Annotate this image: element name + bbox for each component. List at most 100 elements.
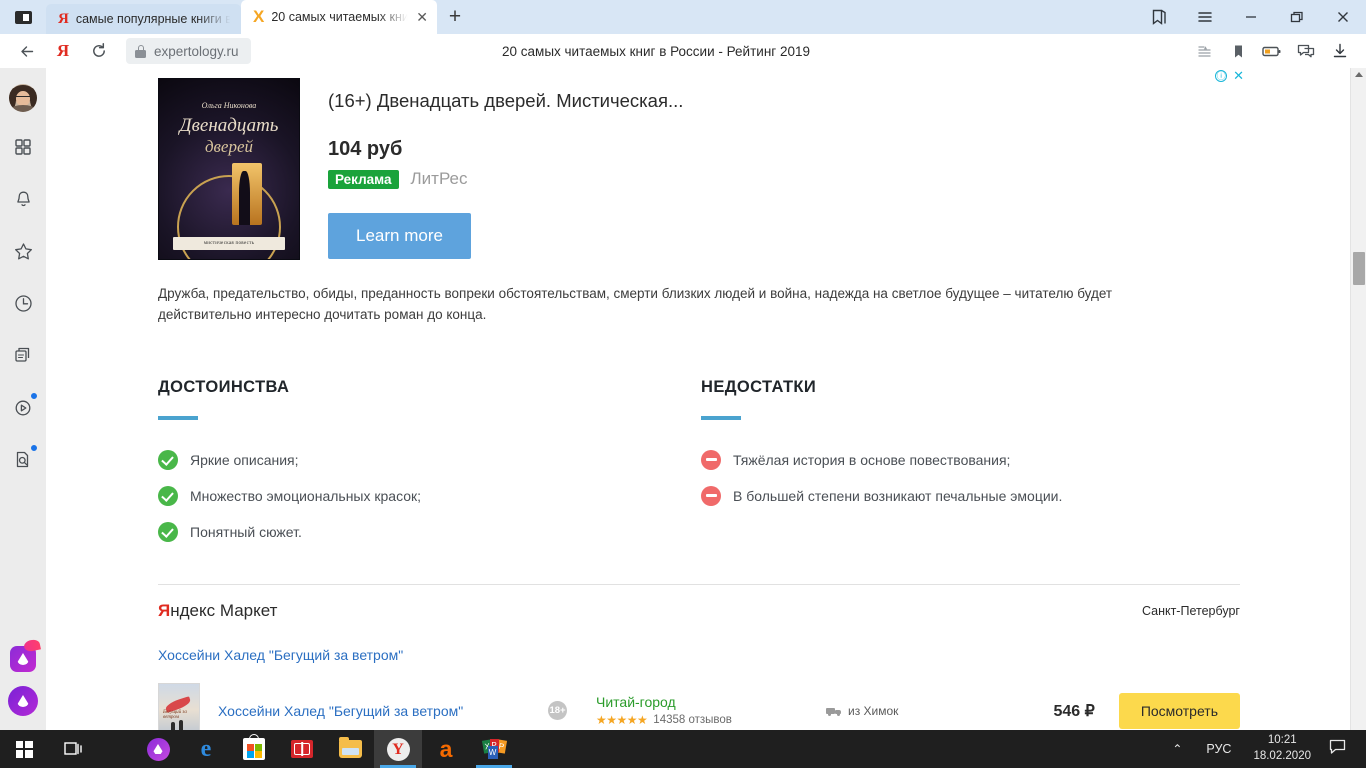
ad-description: Дружба, предательство, обиды, преданност…: [158, 286, 1113, 322]
pros-rule: [158, 415, 198, 420]
alice-assistant-square-icon[interactable]: [10, 646, 36, 672]
avast-icon: a: [439, 735, 453, 762]
browser-window: Я самые популярные книги в X 20 самых чи…: [0, 0, 1366, 730]
tray-clock[interactable]: 10:21 18.02.2020: [1243, 733, 1321, 764]
vertical-scrollbar[interactable]: [1350, 68, 1366, 730]
expertology-favicon: X: [253, 7, 265, 26]
offer-shop-block: Читай-город ★★★★★ 14358 отзывов: [596, 694, 826, 727]
ad-book-cover[interactable]: Ольга Никонова Двенадцать дверей мистиче…: [158, 78, 300, 260]
taskbar-app-books[interactable]: [278, 730, 326, 768]
pros-cons-section: ДОСТОИНСТВА Яркие описания; Множество эм…: [158, 378, 1240, 542]
sidebar-item-search-page[interactable]: [6, 442, 40, 476]
new-tab-button[interactable]: +: [437, 0, 473, 34]
back-button[interactable]: [10, 36, 44, 66]
offer-cover-image[interactable]: Бегущий за ветром: [158, 682, 200, 730]
tab-list-button[interactable]: [0, 0, 46, 34]
cons-item-text: Тяжёлая история в основе повествования;: [733, 451, 1011, 468]
tray-expand-icon[interactable]: ⌃: [1160, 742, 1194, 756]
omnibox-url-pill[interactable]: expertology.ru: [126, 38, 251, 64]
video-icon: [15, 400, 30, 415]
taskbar-app-store[interactable]: [230, 730, 278, 768]
tab-0[interactable]: Я самые популярные книги в: [46, 4, 241, 34]
edge-icon: e: [200, 735, 212, 762]
sidebar-item-apps[interactable]: [6, 130, 40, 164]
yandex-market-logo-rest: ндекс: [170, 600, 216, 620]
ad-title[interactable]: (16+) Двенадцать дверей. Мистическая...: [328, 90, 1240, 112]
tab-1-title: 20 самых читаемых книг: [271, 10, 410, 24]
window-controls: [1136, 0, 1366, 34]
alice-taskbar-icon: [146, 737, 170, 761]
taskbar-app-explorer[interactable]: [326, 730, 374, 768]
minimize-button[interactable]: [1228, 0, 1274, 34]
reload-button[interactable]: [82, 36, 116, 66]
ad-price: 104 руб: [328, 138, 403, 160]
tray-date: 18.02.2020: [1253, 750, 1311, 762]
yandex-market-logo[interactable]: Яндекс Маркет: [158, 601, 277, 621]
market-query-link[interactable]: Хоссейни Халед "Бегущий за ветром": [158, 647, 1240, 663]
windows-taskbar: e Y a XPPW ⌃ РУС 10:21 18.02.2020: [0, 730, 1366, 768]
battery-button[interactable]: [1256, 36, 1288, 66]
taskbar-app-yandex-browser[interactable]: Y: [374, 730, 422, 768]
market-city[interactable]: Санкт-Петербург: [1142, 604, 1240, 618]
alice-assistant-circle-icon[interactable]: [8, 686, 38, 716]
ad-info-icon[interactable]: ⓘ: [1215, 70, 1228, 82]
messenger-button[interactable]: [1290, 36, 1322, 66]
omnibox[interactable]: expertology.ru 20 самых читаемых книг в …: [126, 38, 1186, 64]
list-item: Яркие описания;: [158, 449, 699, 470]
page-content: ⓘ ✕ Ольга Никонова Двенадцать дверей мис…: [46, 68, 1350, 730]
close-button[interactable]: [1320, 0, 1366, 34]
offer-reviews-count[interactable]: 14358 отзывов: [653, 714, 732, 726]
tab-1[interactable]: X 20 самых читаемых книг ✕: [241, 0, 437, 34]
offer-cover-title: Бегущий за ветром: [163, 709, 187, 720]
offer-shop-name[interactable]: Читай-город: [596, 694, 826, 710]
tab-close-icon[interactable]: ✕: [416, 10, 428, 24]
taskbar-app-alice[interactable]: [134, 730, 182, 768]
scrollbar-thumb[interactable]: [1353, 252, 1365, 285]
minus-icon: [701, 485, 721, 506]
downloads-button[interactable]: [1324, 36, 1356, 66]
list-item: Тяжёлая история в основе повествования;: [701, 449, 1240, 470]
tray-notifications-button[interactable]: [1321, 739, 1358, 759]
notification-icon: [1329, 739, 1346, 754]
ad-body: (16+) Двенадцать дверей. Мистическая... …: [328, 78, 1240, 260]
age-rating-badge: 18+: [548, 701, 567, 721]
truck-icon: [826, 706, 841, 716]
ad-badges: ⓘ ✕: [1215, 69, 1244, 82]
stars-icon: ★★★★★: [596, 713, 648, 728]
ad-close-icon[interactable]: ✕: [1233, 69, 1244, 82]
cons-rule: [701, 415, 741, 420]
ad-learn-more-button[interactable]: Learn more: [328, 213, 471, 259]
downloads-icon: [1333, 43, 1347, 58]
sidebar-item-favorites[interactable]: [6, 234, 40, 268]
maximize-button[interactable]: [1274, 0, 1320, 34]
collections-icon: [1152, 9, 1166, 25]
sidebar-item-notifications[interactable]: [6, 182, 40, 216]
reader-mode-button[interactable]: [1188, 36, 1220, 66]
books-icon: [291, 740, 313, 758]
start-button[interactable]: [0, 730, 48, 768]
pros-item-text: Яркие описания;: [190, 451, 299, 468]
taskbar-app-avast[interactable]: a: [422, 730, 470, 768]
sidebar-item-history[interactable]: [6, 286, 40, 320]
user-avatar[interactable]: [9, 84, 37, 112]
task-view-button[interactable]: [48, 730, 98, 768]
taskbar-app-edge[interactable]: e: [182, 730, 230, 768]
collections-button[interactable]: [1136, 0, 1182, 34]
offer-name-link[interactable]: Хоссейни Халед "Бегущий за ветром": [218, 703, 548, 719]
sidebar-item-video[interactable]: [6, 390, 40, 424]
sidebar-item-tabs[interactable]: [6, 338, 40, 372]
bookmark-button[interactable]: [1222, 36, 1254, 66]
browser-sidebar: [0, 68, 46, 730]
cons-heading: НЕДОСТАТКИ: [701, 377, 817, 396]
yandex-home-button[interactable]: Я: [46, 36, 80, 66]
browser-menu-button[interactable]: [1182, 0, 1228, 34]
taskbar-app-office[interactable]: XPPW: [470, 730, 518, 768]
tabs-icon: [14, 347, 29, 362]
ad-cover-author: Ольга Никонова: [201, 101, 257, 110]
page-viewport: ⓘ ✕ Ольга Никонова Двенадцать дверей мис…: [46, 68, 1366, 730]
tray-language[interactable]: РУС: [1194, 742, 1243, 756]
offer-view-button[interactable]: Посмотреть: [1118, 692, 1240, 729]
taskbar-apps: e Y a XPPW: [134, 730, 518, 768]
scroll-up-arrow-icon[interactable]: [1355, 72, 1363, 77]
list-item: В большей степени возникают печальные эм…: [701, 485, 1240, 506]
